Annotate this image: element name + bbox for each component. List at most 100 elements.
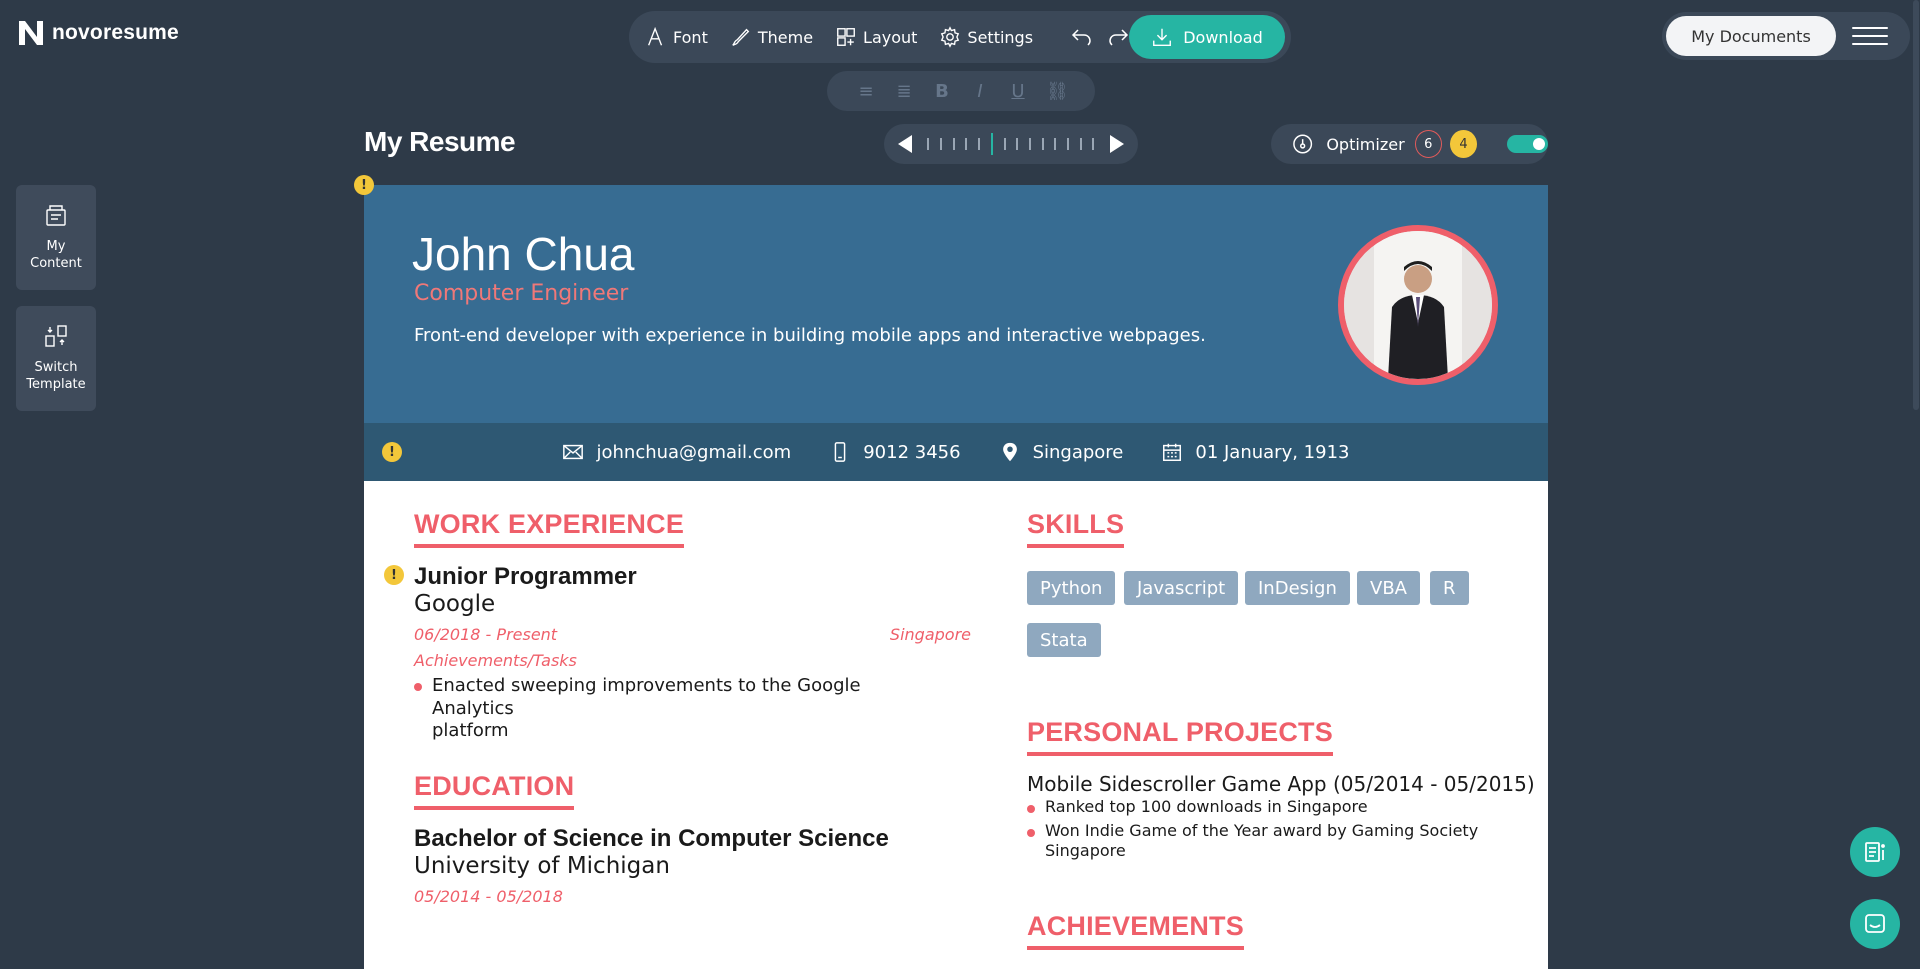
mail-icon — [563, 444, 584, 460]
contact-warning-icon[interactable]: ! — [382, 442, 402, 462]
page-scrollbar[interactable] — [1912, 0, 1920, 969]
page-slider[interactable] — [884, 124, 1138, 164]
contact-email[interactable]: johnchua@gmail.com — [562, 441, 791, 463]
document-info-icon — [1865, 842, 1885, 862]
layout-button[interactable]: Layout — [835, 11, 917, 63]
phone-text: 9012 3456 — [863, 441, 961, 463]
project-bullet[interactable]: Won Indie Game of the Year award by Gami… — [1027, 821, 1507, 861]
download-label: Download — [1183, 27, 1263, 47]
contact-bar: ! johnchua@gmail.com 9012 3456 Singapore… — [364, 423, 1548, 481]
achievements-heading[interactable]: ACHIEVEMENTS — [1027, 911, 1244, 950]
switch-template-icon — [45, 325, 67, 347]
contact-date-of-birth[interactable]: 01 January, 1913 — [1161, 441, 1350, 463]
optimizer-label: Optimizer — [1326, 134, 1405, 154]
my-content-button[interactable]: My Content — [16, 185, 96, 290]
editor-toolbar: Font Theme Layout Settings Download — [629, 11, 1291, 63]
header-warning-icon[interactable]: ! — [354, 175, 374, 195]
gear-icon — [941, 26, 960, 48]
company-name[interactable]: Google — [414, 591, 495, 617]
work-experience-heading[interactable]: WORK EXPERIENCE — [414, 509, 685, 548]
personal-projects-heading[interactable]: PERSONAL PROJECTS — [1027, 717, 1333, 756]
theme-button[interactable]: Theme — [730, 11, 813, 63]
review-fab[interactable] — [1850, 827, 1900, 877]
education-dates[interactable]: 05/2014 - 05/2018 — [414, 887, 563, 906]
slider-ticks[interactable] — [912, 133, 1110, 155]
settings-label: Settings — [967, 27, 1034, 47]
skill-tag[interactable]: Stata — [1027, 623, 1101, 657]
degree-title[interactable]: Bachelor of Science in Computer Science — [414, 825, 889, 853]
font-icon — [648, 26, 663, 46]
optimizer-panel: Optimizer 6 4 — [1271, 124, 1548, 164]
job-bullet-line1: Enacted sweeping improvements to the Goo… — [432, 675, 861, 719]
link-icon[interactable]: ⛓ — [1046, 81, 1069, 102]
project-bullet-line2: Singapore — [1045, 841, 1126, 860]
location-text: Singapore — [1032, 441, 1124, 463]
contact-phone[interactable]: 9012 3456 — [829, 441, 961, 463]
work-warning-icon[interactable]: ! — [384, 565, 404, 585]
job-bullet-line2: platform — [432, 720, 509, 741]
job-bullet[interactable]: Enacted sweeping improvements to the Goo… — [414, 675, 934, 743]
my-documents-button[interactable]: My Documents — [1666, 16, 1836, 56]
layout-label: Layout — [863, 27, 918, 47]
novoresume-logo-icon — [19, 21, 43, 45]
undo-icon[interactable] — [1069, 25, 1093, 49]
hamburger-menu-icon[interactable] — [1852, 27, 1888, 45]
my-content-label: My Content — [30, 239, 82, 271]
skill-tag[interactable]: InDesign — [1245, 571, 1350, 605]
resume-name[interactable]: John Chua — [412, 227, 635, 281]
brand-logo[interactable]: novoresume — [16, 18, 179, 48]
skills-heading[interactable]: SKILLS — [1027, 509, 1125, 548]
font-label: Font — [673, 27, 708, 47]
download-button[interactable]: Download — [1129, 15, 1285, 59]
location-pin-icon — [1002, 442, 1017, 462]
resume-role[interactable]: Computer Engineer — [414, 281, 628, 306]
previous-arrow-icon[interactable] — [898, 135, 912, 153]
calendar-icon — [1163, 443, 1182, 461]
font-button[interactable]: Font — [645, 11, 708, 63]
resume-summary[interactable]: Front-end developer with experience in b… — [414, 325, 1206, 346]
dob-text: 01 January, 1913 — [1195, 441, 1350, 463]
download-icon — [1153, 28, 1172, 46]
top-right-controls: My Documents — [1662, 12, 1910, 60]
align-justify-icon[interactable]: ≣ — [894, 81, 914, 102]
chat-fab[interactable] — [1850, 899, 1900, 949]
italic-icon[interactable]: I — [970, 81, 990, 102]
profile-person-icon — [1344, 231, 1492, 379]
theme-label: Theme — [757, 27, 814, 47]
switch-template-button[interactable]: Switch Template — [16, 306, 96, 411]
resume-header[interactable]: John Chua Computer Engineer Front-end de… — [364, 185, 1548, 423]
project-bullet[interactable]: Ranked top 100 downloads in Singapore — [1027, 797, 1507, 817]
achievements-tasks-label[interactable]: Achievements/Tasks — [414, 651, 577, 670]
redo-icon[interactable] — [1107, 25, 1131, 49]
gauge-icon — [1293, 134, 1313, 154]
skill-tag[interactable]: R — [1430, 571, 1469, 605]
underline-icon[interactable]: U — [1008, 81, 1028, 102]
switch-template-label: Switch Template — [26, 360, 86, 392]
optimizer-error-count[interactable]: 6 — [1414, 130, 1442, 158]
job-dates[interactable]: 06/2018 - Present — [414, 625, 557, 644]
brand-name: novoresume — [52, 21, 179, 44]
bold-icon[interactable]: B — [932, 81, 952, 102]
education-heading[interactable]: EDUCATION — [414, 771, 575, 810]
project-bullet-line1: Won Indie Game of the Year award by Gami… — [1045, 821, 1479, 840]
text-format-toolbar: ≡ ≣ B I U ⛓ — [827, 71, 1095, 111]
skill-tag[interactable]: Python — [1027, 571, 1116, 605]
profile-photo[interactable] — [1338, 225, 1498, 385]
job-location[interactable]: Singapore — [881, 625, 971, 644]
email-text: johnchua@gmail.com — [596, 441, 792, 463]
project-title[interactable]: Mobile Sidescroller Game App (05/2014 - … — [1027, 772, 1535, 796]
optimizer-toggle[interactable] — [1507, 135, 1548, 153]
settings-button[interactable]: Settings — [939, 11, 1033, 63]
documents-icon — [46, 205, 66, 226]
layout-icon — [837, 28, 855, 46]
align-left-icon[interactable]: ≡ — [856, 81, 876, 102]
next-arrow-icon[interactable] — [1110, 135, 1124, 153]
resume-page: John Chua Computer Engineer Front-end de… — [354, 175, 1548, 969]
job-title[interactable]: Junior Programmer — [414, 563, 637, 591]
optimizer-warning-count[interactable]: 4 — [1449, 130, 1478, 158]
school-name[interactable]: University of Michigan — [414, 853, 670, 879]
contact-location[interactable]: Singapore — [999, 441, 1124, 463]
phone-icon — [834, 442, 846, 462]
skill-tag[interactable]: Javascript — [1124, 571, 1239, 605]
skill-tag[interactable]: VBA — [1357, 571, 1420, 605]
